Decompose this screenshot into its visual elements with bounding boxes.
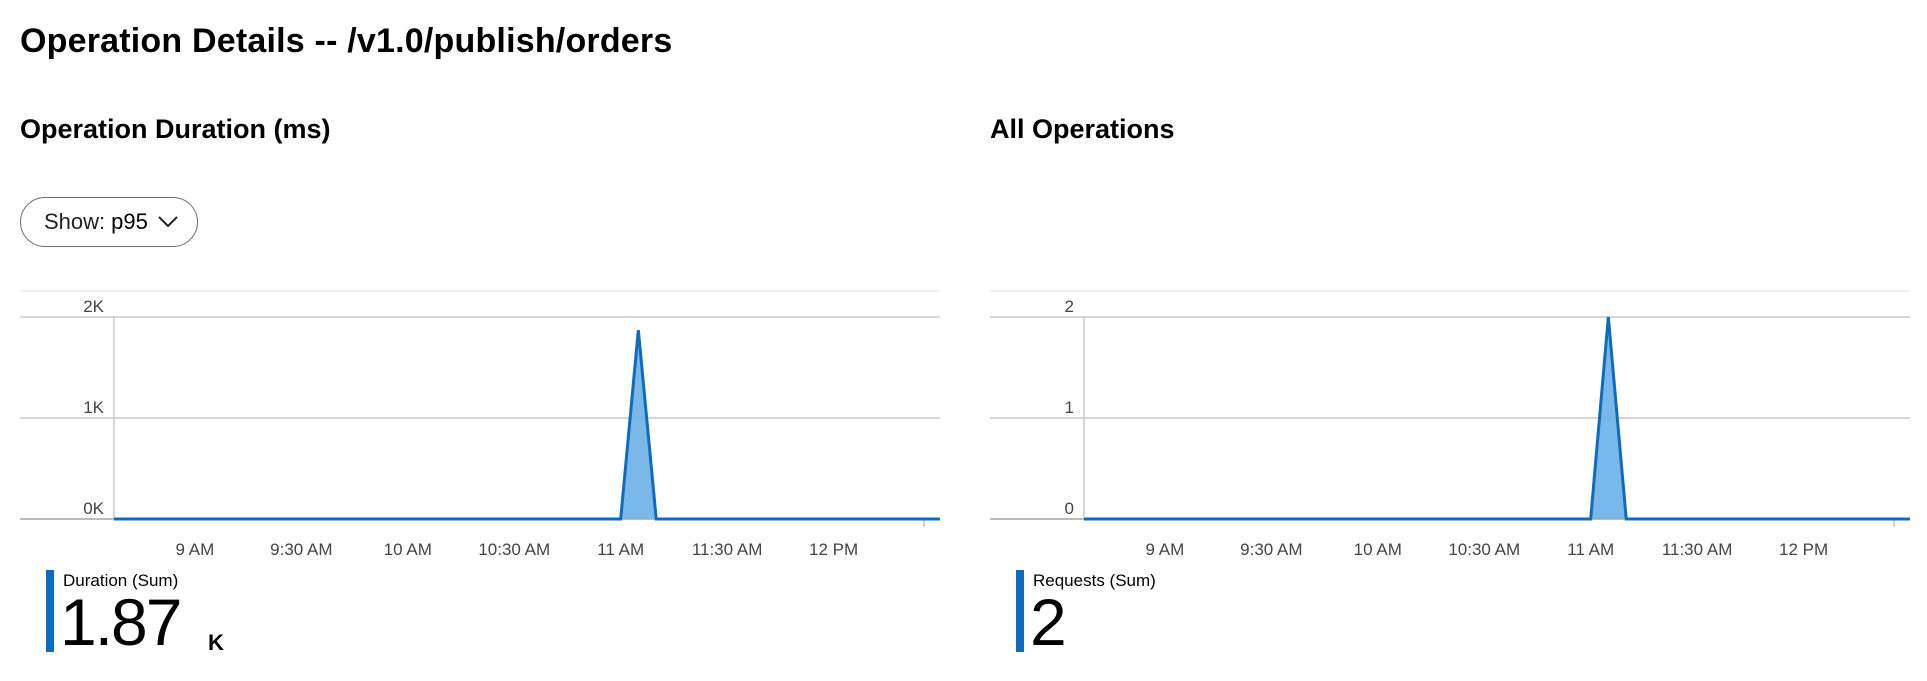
metric-accent-bar [46,570,54,652]
operation-details-page: Operation Details -- /v1.0/publish/order… [0,0,1927,681]
operation-duration-chart[interactable]: 0K 1K 2K 9 AM 9:30 AM 10 AM 10:30 AM 11 AM 11:30… [20,285,940,565]
metric-value: 1.87 [60,585,182,659]
x-tick-label: 9:30 AM [1240,540,1302,559]
operation-duration-panel: Operation Duration (ms) Show: p95 0K 1K 2K… [20,0,940,681]
metric-unit: K [208,630,224,655]
metric-accent-bar [1016,570,1024,652]
metric-value: 2 [1030,585,1067,659]
x-tick-label: 9 AM [176,540,215,559]
y-tick-label: 0K [83,499,104,518]
show-percentile-dropdown[interactable]: Show: p95 [20,197,198,247]
x-tick-label: 10:30 AM [478,540,550,559]
dropdown-value: p95 [111,209,148,234]
y-tick-label: 1 [1065,398,1074,417]
x-tick-label: 11 AM [1567,540,1614,559]
x-tick-label: 11 AM [597,540,644,559]
all-operations-chart[interactable]: 0 1 2 9 AM 9:30 AM 10 AM 10:30 AM 11 AM 11:30 AM… [990,285,1910,565]
chevron-down-icon [158,216,178,228]
x-tick-label: 12 PM [1779,540,1828,559]
dropdown-prefix: Show: [44,209,106,234]
x-tick-label: 9:30 AM [270,540,332,559]
series-line [114,329,940,521]
x-tick-label: 10:30 AM [1448,540,1520,559]
x-tick-label: 10 AM [384,540,432,559]
x-tick-label: 12 PM [809,540,858,559]
operation-duration-title: Operation Duration (ms) [20,114,331,144]
x-tick-label: 9 AM [1146,540,1185,559]
y-tick-label: 2K [83,297,104,316]
all-operations-title: All Operations [990,114,1175,144]
x-tick-label: 10 AM [1354,540,1402,559]
series-area [114,330,940,519]
all-operations-panel: All Operations 0 1 2 9 AM 9:30 AM 10 AM 10:30 … [990,0,1910,681]
x-tick-label: 11:30 AM [1662,540,1733,559]
y-tick-label: 1K [83,398,104,417]
y-tick-label: 0 [1065,499,1074,518]
x-tick-label: 11:30 AM [692,540,763,559]
y-tick-label: 2 [1065,297,1074,316]
